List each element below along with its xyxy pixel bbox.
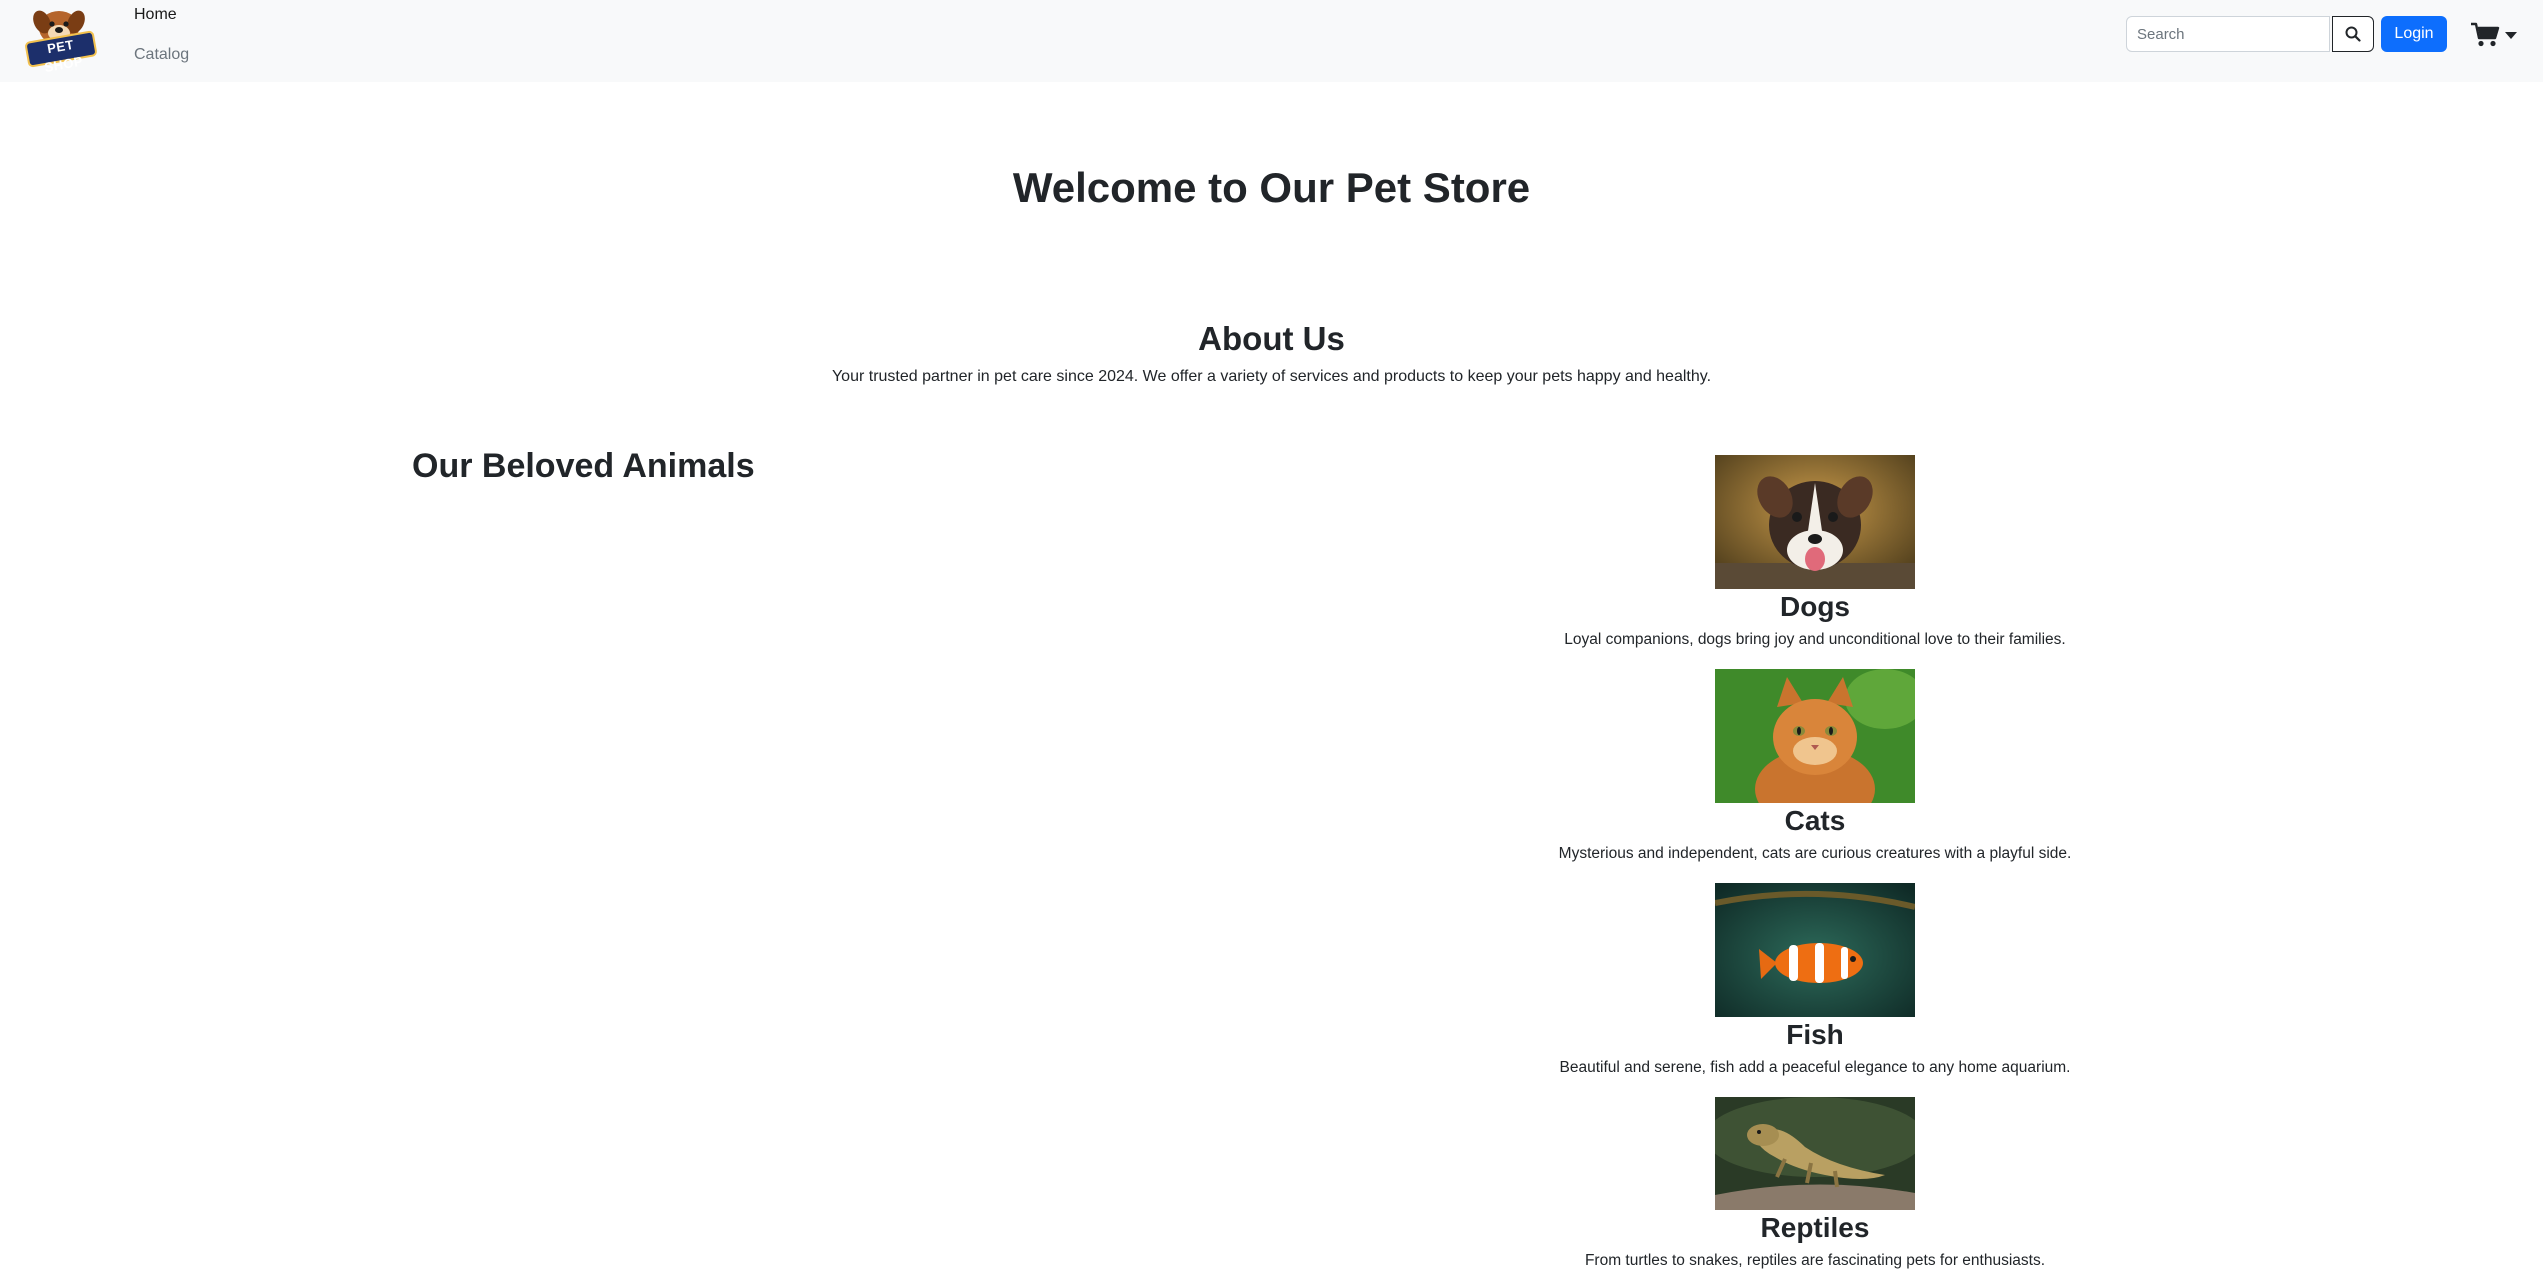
cat-image [1715,669,1915,803]
login-button[interactable]: Login [2381,16,2447,52]
animal-name: Dogs [1780,591,1850,622]
reptile-image [1715,1097,1915,1210]
pet-shop-logo[interactable]: PET SHOP [20,6,98,75]
nav-link-catalog[interactable]: Catalog [134,46,189,64]
animal-description: From turtles to snakes, reptiles are fas… [1584,1252,2046,1269]
magnifier-icon [2345,26,2361,42]
animal-card-reptiles: Reptiles From turtles to snakes, reptile… [1515,1097,2115,1272]
animal-description: Beautiful and serene, fish add a peacefu… [1559,1059,2071,1076]
cart-dropdown[interactable] [2470,20,2526,50]
animal-card-dogs: Dogs Loyal companions, dogs bring joy an… [1515,455,2115,651]
nav-link-home[interactable]: Home [134,6,177,24]
about-title: About Us [1198,320,1345,357]
animal-description: Mysterious and independent, cats are cur… [1558,845,2072,862]
animal-card-cats: Cats Mysterious and independent, cats ar… [1515,669,2115,865]
animals-title: Our Beloved Animals [412,447,755,485]
animal-card-fish: Fish Beautiful and serene, fish add a pe… [1515,883,2115,1079]
navbar: PET SHOP Home Catalog Login [0,0,2543,82]
page-title: Welcome to Our Pet Store [1012,164,1531,211]
dog-image [1715,455,1915,589]
search-button[interactable] [2332,16,2374,52]
animal-name: Fish [1786,1019,1844,1050]
animal-description: Loyal companions, dogs bring joy and unc… [1564,631,2066,648]
cart-icon [2471,22,2500,47]
search-input[interactable] [2126,16,2330,52]
caret-down-icon [2505,32,2517,39]
animal-name: Reptiles [1760,1212,1870,1243]
about-text: Your trusted partner in pet care since 2… [831,368,1712,385]
animal-name: Cats [1784,805,1846,836]
fish-image [1715,883,1915,1017]
